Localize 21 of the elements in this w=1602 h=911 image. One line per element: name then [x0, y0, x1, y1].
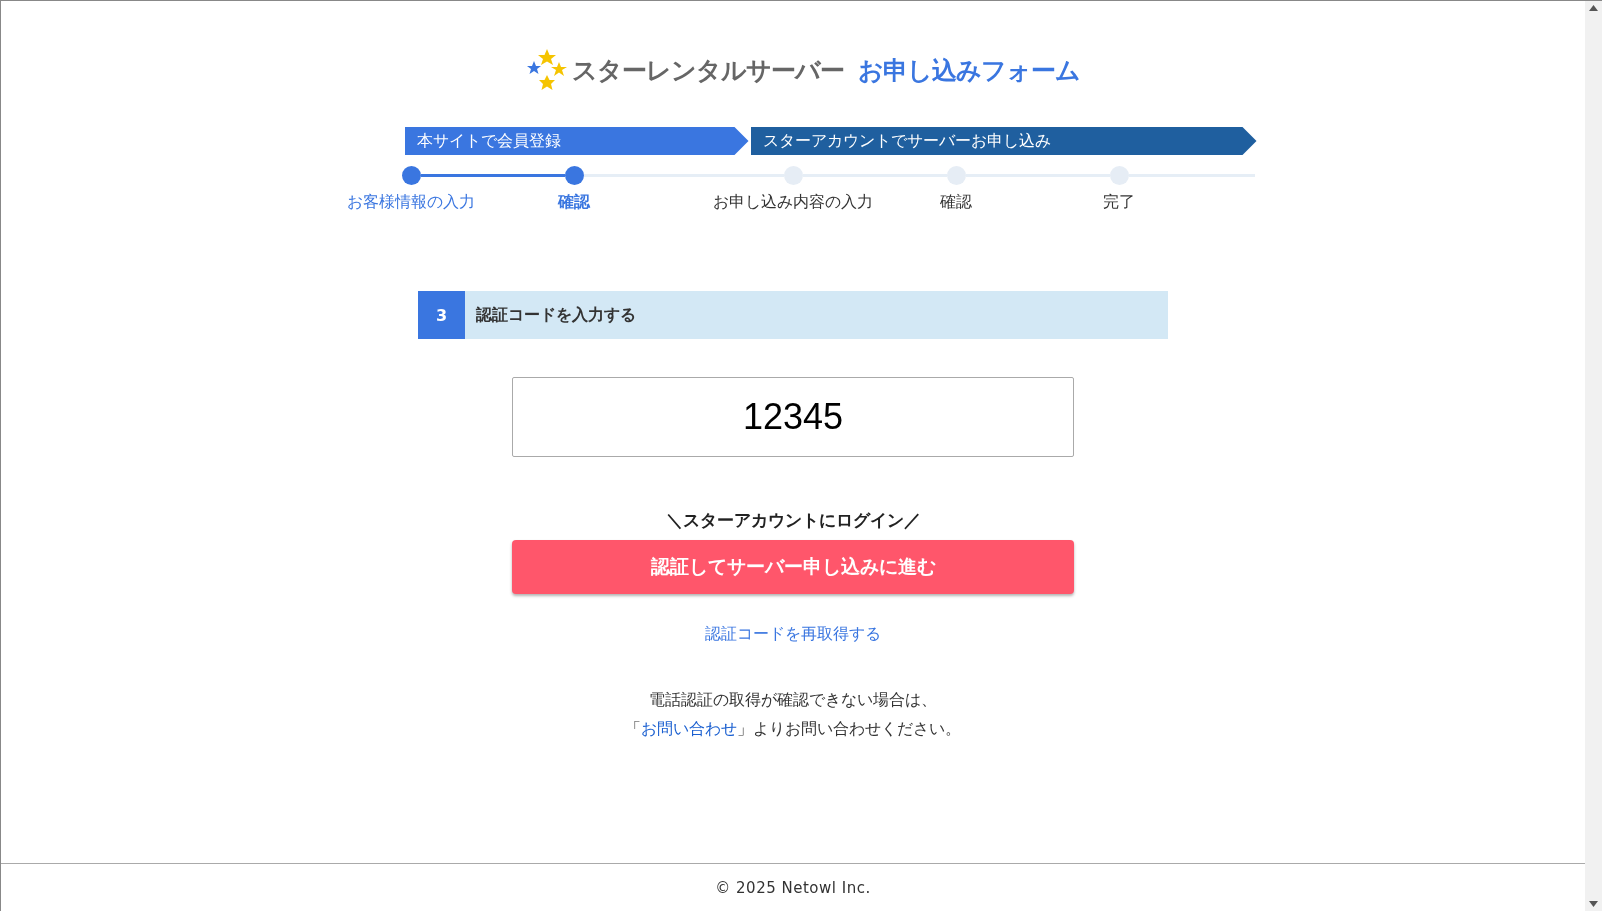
step-label: お客様情報の入力: [347, 192, 475, 213]
step-label: 確認: [940, 192, 972, 213]
copyright-text: © 2025 Netowl Inc.: [715, 878, 871, 897]
section-title: 認証コードを入力する: [476, 304, 636, 326]
step-label: 完了: [1103, 192, 1135, 213]
contact-link[interactable]: お問い合わせ: [641, 719, 737, 738]
code-input-field[interactable]: 12345: [512, 377, 1074, 457]
login-caption: ＼スターアカウントにログイン／: [665, 509, 921, 532]
step-label: お申し込み内容の入力: [713, 192, 873, 213]
scroll-up-icon[interactable]: [1589, 5, 1598, 11]
form-title: お申し込みフォーム: [858, 54, 1080, 87]
scroll-down-icon[interactable]: [1589, 901, 1598, 907]
step-label: 確認: [558, 192, 590, 213]
section-number: 3: [418, 291, 465, 339]
scrollbar[interactable]: [1585, 1, 1602, 911]
contact-note: 電話認証の取得が確認できない場合は、 「お問い合わせ」よりお問い合わせください。: [625, 689, 961, 740]
phase-banner: スターアカウントでサーバーお申し込み: [750, 127, 1257, 155]
resend-code-link[interactable]: 認証コードを再取得する: [705, 624, 881, 645]
stars-logo-icon: [526, 49, 568, 91]
brand-name: スターレンタルサーバー: [572, 54, 844, 87]
phase-banner: 本サイトで会員登録: [404, 127, 749, 155]
